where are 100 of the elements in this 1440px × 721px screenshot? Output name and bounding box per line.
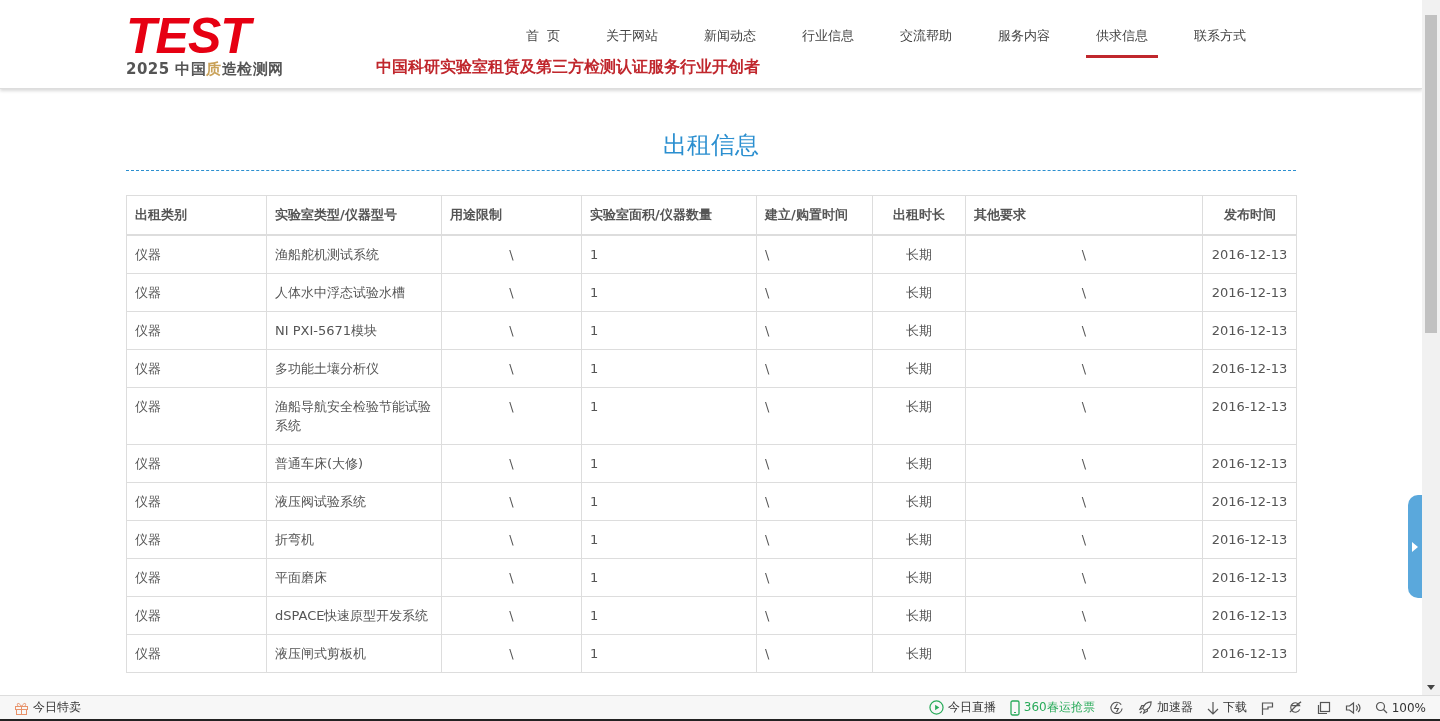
table-cell: 仪器: [126, 634, 267, 673]
status-item[interactable]: 下载: [1206, 699, 1247, 716]
table-cell: 多功能土壤分析仪: [266, 349, 442, 388]
table-cell: 长期: [872, 558, 966, 597]
table-cell: 仪器: [126, 558, 267, 597]
table-cell: 1: [581, 444, 757, 483]
table-cell: 仪器: [126, 349, 267, 388]
table-cell: 1: [581, 235, 757, 274]
table-cell: \: [441, 558, 582, 597]
flag-icon: [1260, 700, 1274, 715]
table-cell: \: [756, 349, 873, 388]
table-cell: 长期: [872, 311, 966, 350]
table-cell: 仪器: [126, 520, 267, 559]
status-item[interactable]: [1108, 700, 1124, 715]
nav-link[interactable]: 服务内容: [988, 0, 1060, 58]
table-cell: 仪器: [126, 596, 267, 635]
table-cell: 仪器: [126, 311, 267, 350]
table-cell: 1: [581, 273, 757, 312]
table-cell: \: [965, 235, 1203, 274]
table-cell: 仪器: [126, 235, 267, 274]
table-cell: \: [441, 520, 582, 559]
swirl-icon: [1108, 700, 1124, 715]
table-cell: \: [965, 311, 1203, 350]
speaker-icon: [1344, 700, 1361, 715]
rocket-icon: [1137, 700, 1153, 715]
search-icon: [1374, 701, 1388, 714]
site-logo[interactable]: TEST 2025 中国质造检测网: [126, 0, 376, 79]
nav-link[interactable]: 交流帮助: [890, 0, 962, 58]
table-cell: NI PXI-5671模块: [266, 311, 442, 350]
nav-link[interactable]: 联系方式: [1184, 0, 1256, 58]
scrollbar-thumb[interactable]: [1425, 15, 1437, 333]
table-cell: 液压闸式剪板机: [266, 634, 442, 673]
scroll-down-icon[interactable]: [1427, 685, 1435, 690]
table-cell: \: [441, 311, 582, 350]
nav-link[interactable]: 供求信息: [1086, 0, 1158, 58]
table-cell: 1: [581, 387, 757, 445]
table-cell: 2016-12-13: [1202, 634, 1297, 673]
table-cell: 长期: [872, 273, 966, 312]
table-cell: 长期: [872, 634, 966, 673]
table-cell: \: [441, 634, 582, 673]
table-cell: 1: [581, 311, 757, 350]
column-header: 实验室类型/仪器型号: [266, 195, 442, 235]
table-cell: 折弯机: [266, 520, 442, 559]
table-cell: 渔船导航安全检验节能试验系统: [266, 387, 442, 445]
status-item[interactable]: [1344, 700, 1361, 715]
table-cell: \: [756, 444, 873, 483]
table-cell: 2016-12-13: [1202, 520, 1297, 559]
table-cell: \: [441, 235, 582, 274]
table-cell: \: [756, 273, 873, 312]
status-item[interactable]: 今日直播: [928, 699, 996, 716]
browser-e-icon: [1287, 700, 1303, 715]
table-cell: \: [965, 444, 1203, 483]
table-cell: \: [965, 634, 1203, 673]
status-item[interactable]: 加速器: [1137, 699, 1193, 716]
table-cell: 2016-12-13: [1202, 349, 1297, 388]
table-cell: \: [756, 558, 873, 597]
table-cell: 平面磨床: [266, 558, 442, 597]
table-cell: 2016-12-13: [1202, 273, 1297, 312]
column-header: 用途限制: [441, 195, 582, 235]
table-cell: \: [756, 482, 873, 521]
status-item[interactable]: [1260, 700, 1274, 715]
nav-link[interactable]: 新闻动态: [694, 0, 766, 58]
table-cell: 长期: [872, 596, 966, 635]
table-cell: \: [441, 349, 582, 388]
table-cell: 长期: [872, 520, 966, 559]
table-cell: 长期: [872, 482, 966, 521]
status-item[interactable]: [1316, 700, 1331, 715]
status-item[interactable]: [1287, 700, 1303, 715]
column-header: 发布时间: [1202, 195, 1297, 235]
table-cell: 1: [581, 558, 757, 597]
table-cell: 人体水中浮态试验水槽: [266, 273, 442, 312]
status-item[interactable]: 100%: [1374, 700, 1426, 715]
table-cell: 2016-12-13: [1202, 311, 1297, 350]
status-item[interactable]: 今日特卖: [14, 699, 81, 716]
phone-icon: [1009, 699, 1020, 716]
table-cell: \: [756, 634, 873, 673]
side-panel-toggle[interactable]: [1408, 495, 1422, 598]
table-cell: 液压阀试验系统: [266, 482, 442, 521]
nav-link[interactable]: 首 页: [515, 0, 570, 58]
table-cell: 长期: [872, 387, 966, 445]
table-cell: \: [756, 387, 873, 445]
scrollbar[interactable]: [1422, 0, 1440, 695]
table-cell: dSPACE快速原型开发系统: [266, 596, 442, 635]
table-cell: 1: [581, 482, 757, 521]
table-cell: 2016-12-13: [1202, 596, 1297, 635]
table-cell: 仪器: [126, 444, 267, 483]
table-cell: \: [756, 311, 873, 350]
table-cell: \: [441, 273, 582, 312]
table-cell: \: [441, 387, 582, 445]
table-cell: 2016-12-13: [1202, 558, 1297, 597]
table-cell: \: [965, 482, 1203, 521]
table-cell: \: [756, 235, 873, 274]
column-header: 建立/购置时间: [756, 195, 873, 235]
table-cell: 2016-12-13: [1202, 387, 1297, 445]
table-cell: \: [441, 482, 582, 521]
table-cell: \: [965, 273, 1203, 312]
nav-link[interactable]: 关于网站: [596, 0, 668, 58]
nav-link[interactable]: 行业信息: [792, 0, 864, 58]
table-cell: 1: [581, 596, 757, 635]
table-cell: \: [441, 444, 582, 483]
